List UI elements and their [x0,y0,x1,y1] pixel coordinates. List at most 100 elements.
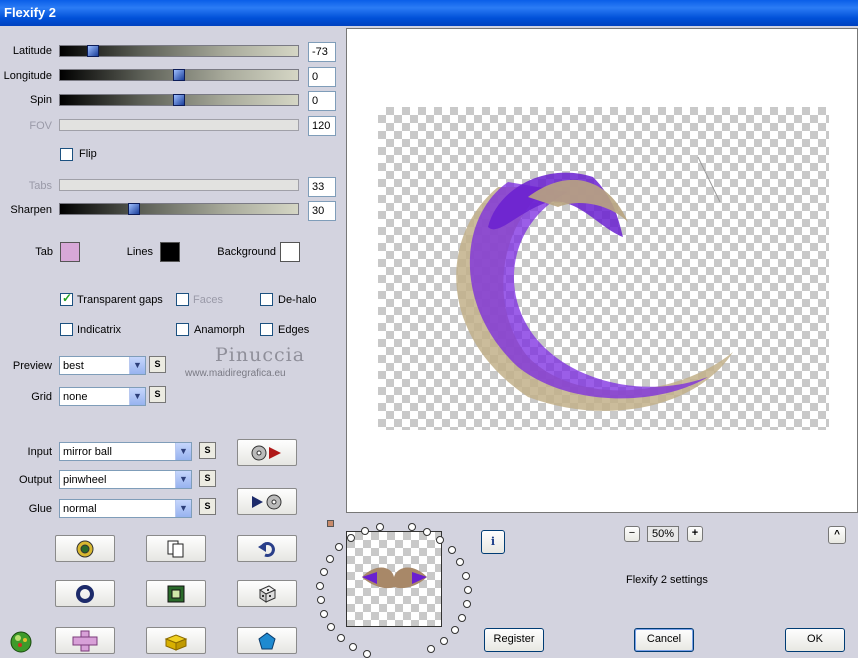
latitude-thumb[interactable] [87,45,99,57]
tab-color-swatch[interactable] [60,242,80,262]
glue-label: Glue [28,503,52,515]
glue-select-value: normal [63,503,97,515]
latitude-slider[interactable] [59,45,299,57]
background-color-swatch[interactable] [280,242,300,262]
dial-dot[interactable] [326,554,335,563]
sharpen-slider[interactable] [59,203,299,215]
watermark-url: www.maidiregrafica.eu [185,368,286,379]
glue-s-button[interactable]: S [199,498,216,515]
dial-dot[interactable] [316,595,325,604]
output-s-button[interactable]: S [199,470,216,487]
input-transfer-button[interactable] [237,439,297,466]
tabs-slider [59,179,299,191]
polyhedron-button[interactable] [237,627,297,654]
dial-dot[interactable] [456,558,465,567]
reset-button[interactable] [55,580,115,607]
tabs-label: Tabs [28,180,52,192]
dial-dot[interactable] [320,609,329,618]
grid-select[interactable]: none ▼ [59,387,146,406]
tabs-field[interactable]: 33 [308,177,336,197]
block-button[interactable] [146,627,206,654]
randomize-button[interactable] [237,580,297,607]
edges-checkbox[interactable] [260,323,273,336]
dial-dot[interactable] [461,571,470,580]
spin-field[interactable]: 0 [308,91,336,111]
dial-dot[interactable] [326,622,335,631]
undo-button[interactable] [237,535,297,562]
preview-canvas[interactable] [378,107,829,430]
dial-dot[interactable] [319,567,328,576]
chevron-down-icon[interactable]: ▼ [129,388,145,405]
chevron-down-icon[interactable]: ▼ [175,471,191,488]
longitude-thumb[interactable] [173,69,185,81]
register-button[interactable]: Register [484,628,544,652]
dial-dot[interactable] [336,634,345,643]
indicatrix-checkbox[interactable] [60,323,73,336]
chevron-down-icon[interactable]: ▼ [175,443,191,460]
longitude-slider[interactable] [59,69,299,81]
dial-dot[interactable] [458,613,467,622]
dial-dot[interactable] [376,522,385,531]
output-transfer-button[interactable] [237,488,297,515]
output-select-value: pinwheel [63,474,107,486]
edges-label: Edges [278,324,310,336]
random-preset-button[interactable] [55,535,115,562]
zoom-out-button[interactable]: − [624,526,640,542]
chevron-down-icon[interactable]: ▼ [129,357,145,374]
flip-label: Flip [79,148,97,160]
grid-s-button[interactable]: S [149,386,166,403]
thumbnail-navigator[interactable] [346,531,442,627]
sharpen-field[interactable]: 30 [308,201,336,221]
fov-slider [59,119,299,131]
dial-dot[interactable] [361,526,370,535]
dial-dot[interactable] [347,533,356,542]
dial-dot[interactable] [440,636,449,645]
chevron-down-icon[interactable]: ▼ [175,500,191,517]
spin-thumb[interactable] [173,94,185,106]
input-s-button[interactable]: S [199,442,216,459]
sharpen-thumb[interactable] [128,203,140,215]
undo-icon [258,541,275,557]
de-halo-checkbox[interactable] [260,293,273,306]
dial-dot[interactable] [316,581,325,590]
flexified-image [456,156,733,411]
cancel-button[interactable]: Cancel [634,628,694,652]
fov-field[interactable]: 120 [308,116,336,136]
preview-s-button[interactable]: S [149,356,166,373]
dial-dot[interactable] [348,643,357,652]
ok-button[interactable]: OK [785,628,845,652]
sharpen-label: Sharpen [10,204,52,216]
dial-dot[interactable] [450,626,459,635]
lines-color-swatch[interactable] [160,242,180,262]
spin-slider[interactable] [59,94,299,106]
collapse-button[interactable]: ^ [828,526,846,544]
transparent-gaps-checkbox[interactable] [60,291,73,306]
cross-button[interactable] [55,627,115,654]
input-select[interactable]: mirror ball ▼ [59,442,192,461]
preview-pane[interactable] [346,28,858,513]
dial-dot[interactable] [436,536,445,545]
longitude-field[interactable]: 0 [308,67,336,87]
copy-button[interactable] [146,535,206,562]
anamorph-checkbox[interactable] [176,323,189,336]
dial-dot[interactable] [463,585,472,594]
faces-checkbox[interactable] [176,293,189,306]
cross-icon [72,630,98,651]
zoom-in-button[interactable]: + [687,526,703,542]
navigator-handle[interactable] [327,520,334,527]
latitude-field[interactable]: -73 [308,42,336,62]
flip-checkbox[interactable] [60,148,73,161]
fov-label: FOV [29,120,52,132]
dial-dot[interactable] [335,542,344,551]
transparent-gaps-label: Transparent gaps [77,294,163,306]
window-title: Flexify 2 [0,0,858,26]
dial-dot[interactable] [427,645,436,654]
glue-select[interactable]: normal ▼ [59,499,192,518]
dial-dot[interactable] [462,600,471,608]
frame-button[interactable] [146,580,206,607]
anamorph-label: Anamorph [194,324,245,336]
info-button[interactable]: i [481,530,505,554]
preview-select[interactable]: best ▼ [59,356,146,375]
output-select[interactable]: pinwheel ▼ [59,470,192,489]
dial-dot[interactable] [447,546,456,555]
